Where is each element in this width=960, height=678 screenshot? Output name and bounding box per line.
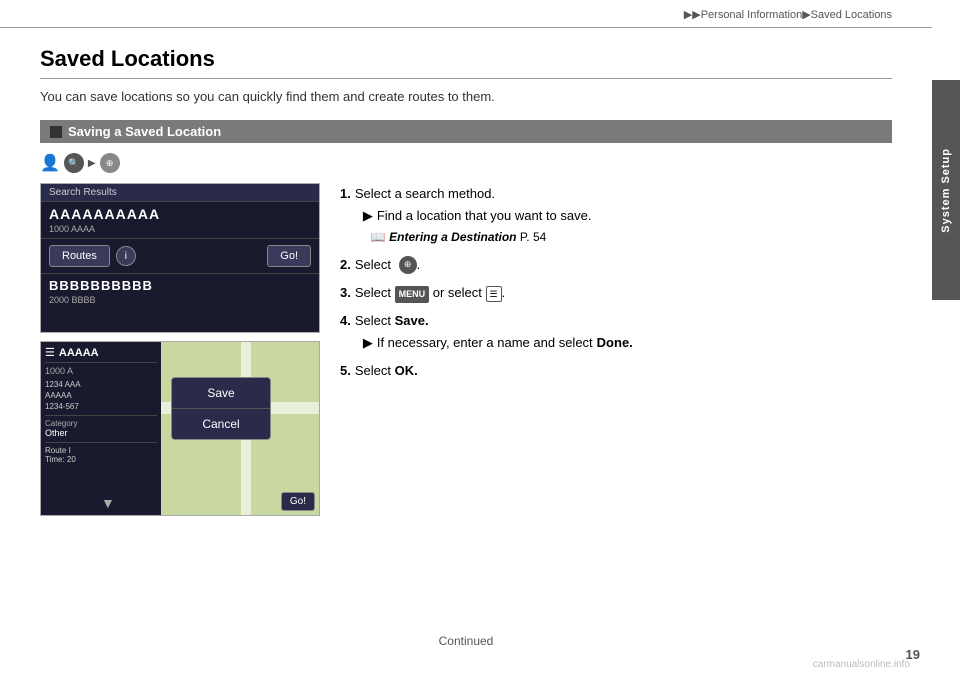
step-5: 5. Select OK. xyxy=(340,360,892,382)
section-square-icon xyxy=(50,126,62,138)
cancel-dialog-button[interactable]: Cancel xyxy=(172,409,270,439)
scr2-row1b: AAAAA xyxy=(45,391,157,400)
watermark: carmanualsonline.info xyxy=(813,659,910,670)
scr2-addr: 1000 A xyxy=(45,366,157,378)
scr1-result-b: BBBBBBBBBB xyxy=(41,274,319,295)
arrow-right-icon: ▶ xyxy=(363,205,373,227)
step-4-bold: Save. xyxy=(395,313,429,328)
step-3-num: 3. xyxy=(340,282,351,304)
step-4-text: Select xyxy=(355,313,391,328)
section-header-label: Saving a Saved Location xyxy=(68,124,221,139)
step-3: 3. Select MENU or select ☰. xyxy=(340,282,892,304)
continued-label: Continued xyxy=(0,634,932,648)
step-1-ref: 📖 Entering a Destination P. 54 xyxy=(371,227,892,247)
step-1-ref-page: P. 54 xyxy=(520,230,546,244)
screenshot-search-results: Search Results AAAAAAAAAA 1000 AAAA Rout… xyxy=(40,183,320,333)
page-title: Saved Locations xyxy=(40,46,892,79)
scr2-category: Category Other xyxy=(45,415,157,438)
side-tab: System Setup xyxy=(932,80,960,300)
step-4-content: Select Save. ▶ If necessary, enter a nam… xyxy=(355,310,892,354)
scr2-row2: 1234-567 xyxy=(45,402,157,411)
search-icon: 🔍 xyxy=(64,153,84,173)
menu-inline-icon: MENU xyxy=(395,286,430,303)
step-4-sub: ▶ If necessary, enter a name and select … xyxy=(363,332,892,354)
step-2-icon: ⊕ xyxy=(399,256,417,274)
info-button[interactable]: i xyxy=(116,246,136,266)
scr1-header: Search Results xyxy=(41,184,319,202)
step-5-text: Select xyxy=(355,363,391,378)
step-1-ref-label: Entering a Destination xyxy=(389,230,516,244)
step-2-content: Select ⊕. xyxy=(355,254,892,276)
list-inline-icon: ☰ xyxy=(486,286,502,302)
step-5-num: 5. xyxy=(340,360,351,382)
scr1-subtext-a: 1000 AAAA xyxy=(41,224,319,239)
scr2-go-button[interactable]: Go! xyxy=(281,492,315,511)
step-4-bold2: Done. xyxy=(597,332,633,354)
page-description: You can save locations so you can quickl… xyxy=(40,89,892,104)
book-icon: 📖 xyxy=(371,230,386,244)
step-3-text: Select xyxy=(355,285,391,300)
side-tab-label: System Setup xyxy=(940,148,952,233)
step-5-bold: OK. xyxy=(395,363,418,378)
section-header: Saving a Saved Location xyxy=(40,120,892,143)
step-1-sub1: ▶ Find a location that you want to save. xyxy=(363,205,892,227)
scr2-row1a: 1234 AAA xyxy=(45,380,157,389)
step-2: 2. Select ⊕. xyxy=(340,254,892,276)
step-5-content: Select OK. xyxy=(355,360,892,382)
down-arrow-icon: ▼ xyxy=(101,495,115,511)
arrow-right-icon-2: ▶ xyxy=(363,332,373,354)
step-1-num: 1. xyxy=(340,183,351,205)
step-1-content: Select a search method. ▶ Find a locatio… xyxy=(355,183,892,248)
two-column-layout: Search Results AAAAAAAAAA 1000 AAAA Rout… xyxy=(40,183,892,516)
magnifier-icon: ⊕ xyxy=(100,153,120,173)
category-value: Other xyxy=(45,428,157,438)
step-2-num: 2. xyxy=(340,254,351,276)
breadcrumb: ▶▶Personal Information▶Saved Locations xyxy=(0,0,932,28)
step-4: 4. Select Save. ▶ If necessary, enter a … xyxy=(340,310,892,354)
screenshots-column: Search Results AAAAAAAAAA 1000 AAAA Rout… xyxy=(40,183,320,516)
step-4-sub-text: If necessary, enter a name and select xyxy=(377,332,593,354)
step-3-mid: or select xyxy=(433,285,482,300)
step-2-text: Select xyxy=(355,257,391,272)
scr2-left-panel: ☰ AAAAA 1000 A 1234 AAA AAAAA 1234-567 C… xyxy=(41,342,161,515)
step-3-content: Select MENU or select ☰. xyxy=(355,282,892,304)
go-button[interactable]: Go! xyxy=(267,245,311,267)
save-cancel-dialog: Save Cancel xyxy=(171,377,271,440)
menu-icon: ☰ xyxy=(45,346,55,359)
arrow-icon: ▶ xyxy=(88,158,96,169)
screenshot-map-dialog: ☰ AAAAA 1000 A 1234 AAA AAAAA 1234-567 C… xyxy=(40,341,320,516)
steps-list: 1. Select a search method. ▶ Find a loca… xyxy=(340,183,892,382)
person-icon: 👤 xyxy=(40,153,60,173)
scr1-subtext-b: 2000 BBBB xyxy=(41,295,319,305)
routes-button[interactable]: Routes xyxy=(49,245,110,267)
scr1-result-a: AAAAAAAAAA xyxy=(41,202,319,224)
main-content: Saved Locations You can save locations s… xyxy=(0,28,932,516)
scr2-route: Route I Time: 20 xyxy=(45,442,157,464)
step-1-sub1-text: Find a location that you want to save. xyxy=(377,205,592,227)
step-1-text: Select a search method. xyxy=(355,186,495,201)
step-4-num: 4. xyxy=(340,310,351,332)
step-1: 1. Select a search method. ▶ Find a loca… xyxy=(340,183,892,248)
category-label: Category xyxy=(45,419,157,428)
instructions-column: 1. Select a search method. ▶ Find a loca… xyxy=(340,183,892,516)
scr1-buttons: Routes i Go! xyxy=(41,239,319,274)
icons-row: 👤 🔍 ▶ ⊕ xyxy=(40,153,892,173)
save-dialog-button[interactable]: Save xyxy=(172,378,270,409)
scr2-name: AAAAA xyxy=(59,347,99,359)
scr2-left-header: ☰ AAAAA xyxy=(45,346,157,363)
